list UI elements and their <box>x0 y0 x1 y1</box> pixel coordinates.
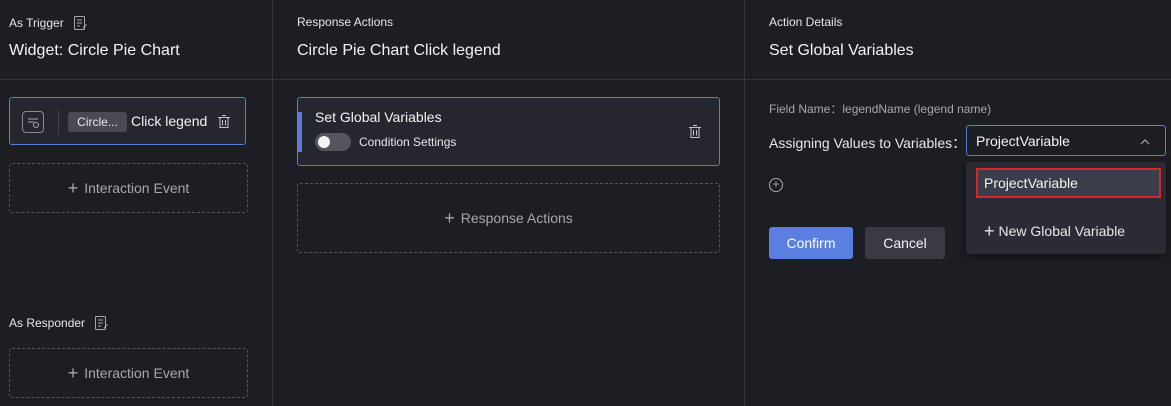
confirm-button[interactable]: Confirm <box>769 227 853 259</box>
condition-settings-label: Condition Settings <box>359 135 457 149</box>
trigger-event-card[interactable]: Circle... Click legend <box>9 97 246 145</box>
event-type-icon <box>22 111 44 133</box>
response-actions-panel: Response Actions Circle Pie Chart Click … <box>273 0 745 406</box>
action-details-panel: Action Details Set Global Variables Fiel… <box>745 0 1171 406</box>
plus-icon: + <box>67 363 79 383</box>
response-actions-heading: Response Actions <box>297 15 394 29</box>
variable-dropdown: ProjectVariable + New Global Variable <box>966 162 1166 254</box>
new-global-variable-option[interactable]: + New Global Variable <box>984 221 1126 241</box>
delete-icon[interactable] <box>687 124 703 140</box>
dropdown-option-projectvariable[interactable]: ProjectVariable <box>976 168 1161 198</box>
details-header: Action Details Set Global Variables <box>745 0 1171 80</box>
action-card[interactable]: Set Global Variables Condition Settings <box>297 97 720 166</box>
event-label: Click legend <box>131 113 208 129</box>
add-response-action-label: Response Actions <box>460 210 573 226</box>
add-variable-icon[interactable]: + <box>769 178 783 192</box>
delete-icon[interactable] <box>216 114 232 130</box>
plus-icon: + <box>67 178 79 198</box>
as-trigger-heading: As Trigger <box>9 15 88 31</box>
as-trigger-label: As Trigger <box>9 16 64 30</box>
response-title: Circle Pie Chart Click legend <box>297 42 501 59</box>
add-interaction-event-button[interactable]: + Interaction Event <box>9 163 248 213</box>
trigger-panel: As Trigger Widget: Circle Pie Chart Circ… <box>0 0 273 406</box>
widget-title: Widget: Circle Pie Chart <box>9 42 180 59</box>
card-divider <box>58 110 59 134</box>
plus-icon: + <box>444 208 455 228</box>
plus-icon: + <box>984 221 995 241</box>
selected-variable: ProjectVariable <box>976 133 1070 149</box>
details-title: Set Global Variables <box>769 42 914 59</box>
add-interaction-event-label: Interaction Event <box>84 180 190 196</box>
edit-document-icon[interactable] <box>72 15 88 31</box>
chevron-up-icon <box>1137 134 1153 150</box>
trigger-header: As Trigger Widget: Circle Pie Chart <box>0 0 272 80</box>
active-indicator <box>298 112 302 152</box>
response-header: Response Actions Circle Pie Chart Click … <box>273 0 744 80</box>
add-responder-event-label: Interaction Event <box>84 365 190 381</box>
action-details-heading: Action Details <box>769 15 843 29</box>
component-chip: Circle... <box>68 112 127 132</box>
variable-select[interactable]: ProjectVariable <box>966 125 1166 156</box>
new-global-variable-label: New Global Variable <box>998 223 1126 239</box>
edit-document-icon[interactable] <box>93 315 109 331</box>
assign-values-label: Assigning Values to Variables： <box>769 135 967 151</box>
add-response-action-button[interactable]: + Response Actions <box>297 183 720 253</box>
add-responder-event-button[interactable]: + Interaction Event <box>9 348 248 398</box>
as-responder-heading: As Responder <box>9 315 109 331</box>
field-name-text: Field Name：legendName (legend name) <box>769 102 992 116</box>
condition-toggle[interactable] <box>315 133 351 151</box>
action-title: Set Global Variables <box>315 109 442 125</box>
cancel-button[interactable]: Cancel <box>865 227 945 259</box>
as-responder-label: As Responder <box>9 316 86 330</box>
